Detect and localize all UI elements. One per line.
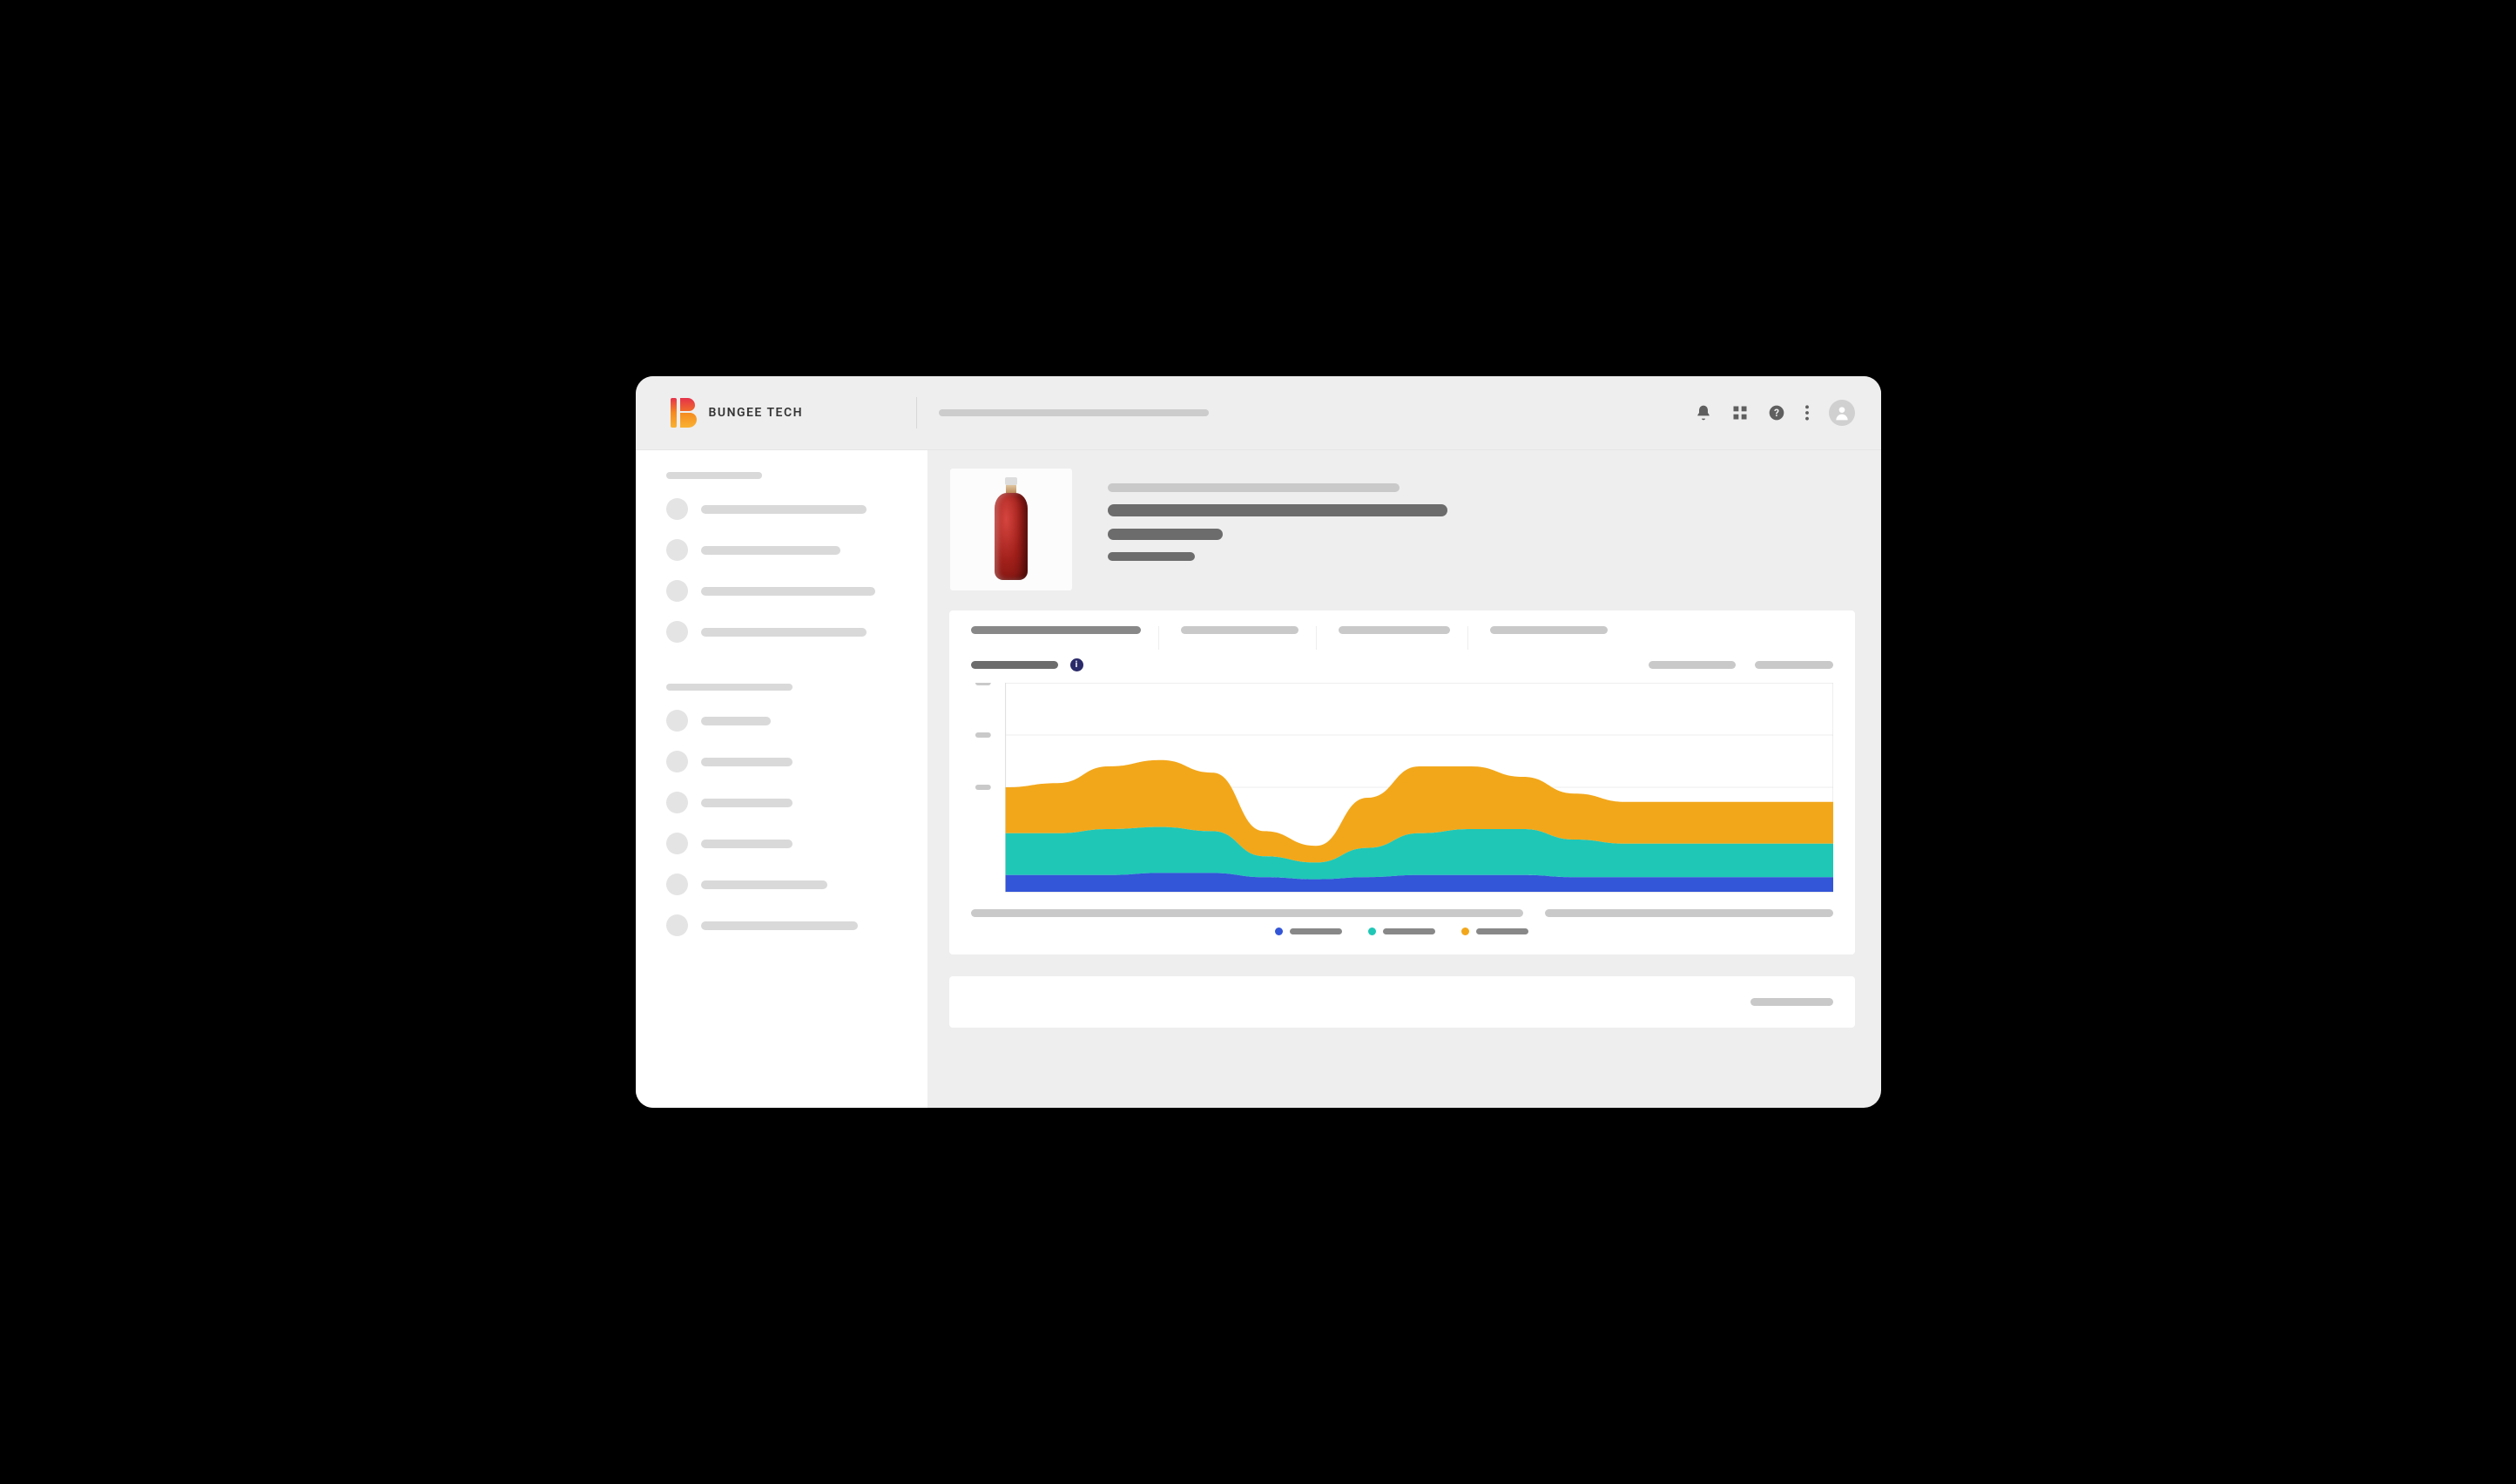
tab-label — [1181, 626, 1298, 634]
area-chart — [971, 683, 1833, 896]
sidebar-item-label — [701, 758, 793, 766]
sidebar-item-label — [701, 799, 793, 807]
tab-label — [971, 626, 1141, 634]
sidebar-item-label — [701, 880, 827, 889]
sidebar-item[interactable] — [666, 621, 897, 643]
legend-item[interactable] — [1461, 928, 1528, 935]
secondary-card-action[interactable] — [1750, 998, 1833, 1006]
chart-legend — [949, 928, 1855, 954]
product-subtitle — [1108, 529, 1223, 540]
sidebar-item[interactable] — [666, 874, 897, 895]
tab-label — [1339, 626, 1450, 634]
bell-icon[interactable] — [1695, 404, 1712, 422]
chart-title: i — [971, 658, 1083, 671]
sidebar-item-label — [701, 921, 858, 930]
legend-dot-icon — [1461, 928, 1469, 935]
product-detail — [1108, 552, 1195, 561]
bottle-icon — [994, 477, 1029, 582]
legend-label — [1290, 928, 1342, 934]
more-icon[interactable] — [1804, 404, 1810, 422]
product-image[interactable] — [949, 468, 1073, 591]
legend-dot-icon — [1275, 928, 1283, 935]
legend-label — [1383, 928, 1435, 934]
sidebar-item[interactable] — [666, 914, 897, 936]
tab[interactable] — [1490, 626, 1625, 650]
sidebar-item-label — [701, 546, 840, 555]
secondary-card — [949, 976, 1855, 1028]
svg-text:?: ? — [1774, 407, 1779, 419]
chart-card: i — [949, 610, 1855, 954]
sidebar-item[interactable] — [666, 792, 897, 813]
sidebar-item-label — [701, 840, 793, 848]
apps-icon[interactable] — [1731, 404, 1749, 422]
sidebar-bullet-icon — [666, 621, 688, 643]
chart-action[interactable] — [1649, 661, 1736, 669]
sidebar-bullet-icon — [666, 710, 688, 732]
sidebar-bullet-icon — [666, 498, 688, 520]
tab-label — [1490, 626, 1608, 634]
header-divider — [916, 397, 917, 428]
sidebar-item[interactable] — [666, 751, 897, 772]
sidebar-item-label — [701, 628, 867, 637]
chart-footer-bars — [949, 909, 1855, 928]
legend-dot-icon — [1368, 928, 1376, 935]
footer-bar-1 — [971, 909, 1524, 917]
sidebar-bullet-icon — [666, 751, 688, 772]
logo-icon — [671, 398, 697, 428]
search-input[interactable] — [939, 409, 1209, 416]
product-title — [1108, 504, 1447, 516]
product-header — [949, 468, 1881, 591]
product-meta — [1108, 468, 1855, 591]
sidebar-section-title-1 — [666, 472, 762, 479]
sidebar-bullet-icon — [666, 580, 688, 602]
sidebar-bullet-icon — [666, 874, 688, 895]
legend-label — [1476, 928, 1528, 934]
app-window: BUNGEE TECH ? — [636, 376, 1881, 1108]
sidebar-item-label — [701, 717, 771, 725]
brand-name: BUNGEE TECH — [709, 406, 804, 420]
sidebar-bullet-icon — [666, 539, 688, 561]
legend-item[interactable] — [1368, 928, 1435, 935]
sidebar-section-title-2 — [666, 684, 793, 691]
sidebar-item[interactable] — [666, 580, 897, 602]
legend-item[interactable] — [1275, 928, 1342, 935]
sidebar — [636, 450, 927, 1108]
sidebar-item[interactable] — [666, 833, 897, 854]
sidebar-item-label — [701, 505, 867, 514]
avatar[interactable] — [1829, 400, 1855, 426]
sidebar-bullet-icon — [666, 792, 688, 813]
tab[interactable] — [1181, 626, 1317, 650]
sidebar-item-label — [701, 587, 875, 596]
tab[interactable] — [1339, 626, 1468, 650]
header-icon-group: ? — [1695, 400, 1855, 426]
brand-logo[interactable]: BUNGEE TECH — [671, 398, 804, 428]
tab-bar — [949, 610, 1855, 650]
app-header: BUNGEE TECH ? — [636, 376, 1881, 450]
sidebar-item[interactable] — [666, 498, 897, 520]
chart-action[interactable] — [1755, 661, 1833, 669]
sidebar-item[interactable] — [666, 710, 897, 732]
help-icon[interactable]: ? — [1768, 404, 1785, 422]
sidebar-bullet-icon — [666, 833, 688, 854]
info-icon[interactable]: i — [1070, 658, 1083, 671]
sidebar-item[interactable] — [666, 539, 897, 561]
footer-bar-2 — [1545, 909, 1832, 917]
product-category — [1108, 483, 1400, 492]
main-content: i — [927, 450, 1881, 1108]
sidebar-bullet-icon — [666, 914, 688, 936]
tab[interactable] — [971, 626, 1159, 650]
